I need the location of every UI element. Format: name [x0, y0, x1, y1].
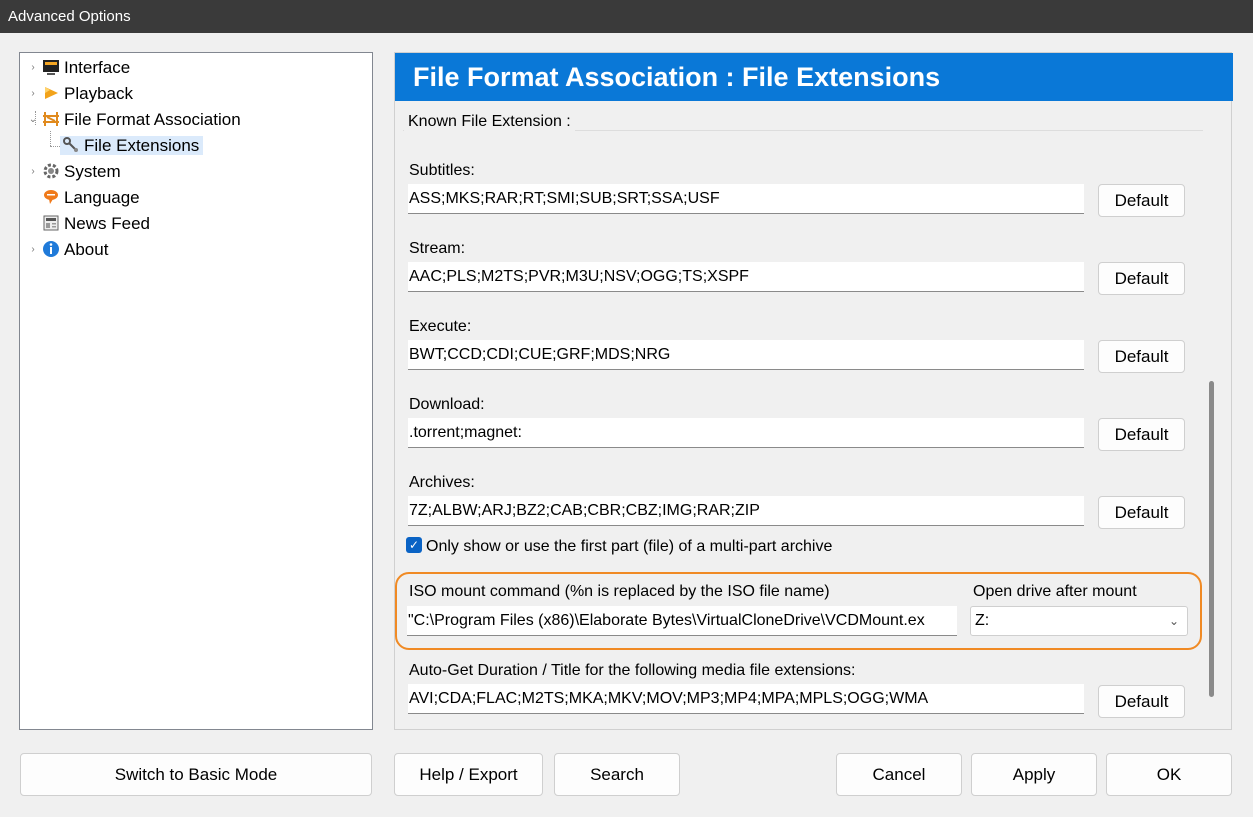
checkbox-checked-icon[interactable]: ✓ [406, 536, 422, 553]
cancel-button[interactable]: Cancel [836, 753, 962, 796]
tree-item-label: System [64, 162, 121, 181]
tree-item-label: Language [64, 188, 140, 207]
stream-default-button[interactable]: Default [1098, 262, 1185, 295]
speech-bubble-icon [42, 188, 60, 206]
tree-item-label: Interface [64, 58, 131, 77]
subtitles-label: Subtitles: [409, 162, 475, 179]
tree-item-language[interactable]: Language [28, 187, 140, 209]
tree-item-label: File Format Association [64, 110, 241, 129]
tree-item-about[interactable]: › About [28, 239, 108, 261]
play-icon [42, 84, 60, 102]
tree-item-label: File Extensions [84, 136, 200, 155]
execute-label: Execute: [409, 318, 472, 335]
download-label: Download: [409, 396, 485, 413]
iso-mount-label: ISO mount command (%n is replaced by the… [409, 583, 830, 600]
tree-item-label: About [64, 240, 109, 259]
autoget-default-button[interactable]: Default [1098, 685, 1185, 718]
tree-item-interface[interactable]: › Interface [28, 57, 130, 79]
wrench-icon [62, 136, 80, 154]
tree-item-playback[interactable]: › Playback [28, 83, 133, 105]
archives-input[interactable]: 7Z;ALBW;ARJ;BZ2;CAB;CBR;CBZ;IMG;RAR;ZIP [408, 496, 1084, 526]
expand-arrow-icon[interactable]: › [28, 57, 38, 79]
subtitles-default-button[interactable]: Default [1098, 184, 1185, 217]
file-association-icon [42, 110, 60, 128]
open-drive-label: Open drive after mount [973, 583, 1137, 600]
panel-title: File Format Association : File Extension… [395, 53, 1233, 101]
tree-item-news-feed[interactable]: News Feed [28, 213, 150, 235]
tree-selection: File Extensions [60, 136, 204, 155]
monitor-icon [42, 58, 60, 76]
download-input[interactable]: .torrent;magnet: [408, 418, 1084, 448]
archives-label: Archives: [409, 474, 475, 491]
ok-button[interactable]: OK [1106, 753, 1232, 796]
window-titlebar: Advanced Options [0, 0, 1253, 33]
tree-item-file-extensions[interactable]: File Extensions [60, 135, 204, 157]
expand-arrow-icon[interactable]: › [28, 83, 38, 105]
autoget-label: Auto-Get Duration / Title for the follow… [409, 662, 856, 679]
expand-arrow-icon[interactable]: › [28, 239, 38, 261]
expand-arrow-icon[interactable]: › [28, 161, 38, 183]
window-title: Advanced Options [8, 8, 131, 25]
settings-panel: File Format Association : File Extension… [394, 52, 1233, 730]
tree-item-system[interactable]: › System [28, 161, 121, 183]
autoget-input[interactable]: AVI;CDA;FLAC;M2TS;MKA;MKV;MOV;MP3;MP4;MP… [408, 684, 1084, 714]
tree-connector [50, 131, 51, 146]
download-default-button[interactable]: Default [1098, 418, 1185, 451]
tree-item-label: News Feed [64, 214, 150, 233]
tree-connector [50, 146, 60, 147]
iso-mount-input[interactable]: "C:\Program Files (x86)\Elaborate Bytes\… [407, 606, 957, 636]
multipart-archive-label: Only show or use the first part (file) o… [426, 538, 833, 555]
execute-default-button[interactable]: Default [1098, 340, 1185, 373]
search-button[interactable]: Search [554, 753, 680, 796]
group-label: Known File Extension : [404, 113, 575, 131]
collapse-arrow-icon[interactable]: ⌄ [28, 109, 38, 131]
help-export-button[interactable]: Help / Export [394, 753, 543, 796]
info-icon [42, 240, 60, 258]
apply-button[interactable]: Apply [971, 753, 1097, 796]
execute-input[interactable]: BWT;CCD;CDI;CUE;GRF;MDS;NRG [408, 340, 1084, 370]
stream-input[interactable]: AAC;PLS;M2TS;PVR;M3U;NSV;OGG;TS;XSPF [408, 262, 1084, 292]
tree-item-label: Playback [64, 84, 133, 103]
tree-item-file-format-association[interactable]: ⌄ File Format Association [28, 109, 241, 131]
gear-icon [42, 162, 60, 180]
open-drive-value: Z: [975, 612, 990, 629]
chevron-down-icon: ⌄ [1168, 614, 1179, 628]
stream-label: Stream: [409, 240, 466, 257]
subtitles-input[interactable]: ASS;MKS;RAR;RT;SMI;SUB;SRT;SSA;USF [408, 184, 1084, 214]
open-drive-select[interactable]: Z: ⌄ [970, 606, 1188, 636]
switch-basic-mode-button[interactable]: Switch to Basic Mode [20, 753, 372, 796]
panel-scrollbar[interactable] [1209, 381, 1214, 697]
newspaper-icon [42, 214, 60, 232]
archives-default-button[interactable]: Default [1098, 496, 1185, 529]
multipart-archive-option[interactable]: ✓ Only show or use the first part (file) … [406, 536, 833, 557]
options-tree[interactable]: › Interface › Playback ⌄ File Format Ass… [19, 52, 373, 730]
